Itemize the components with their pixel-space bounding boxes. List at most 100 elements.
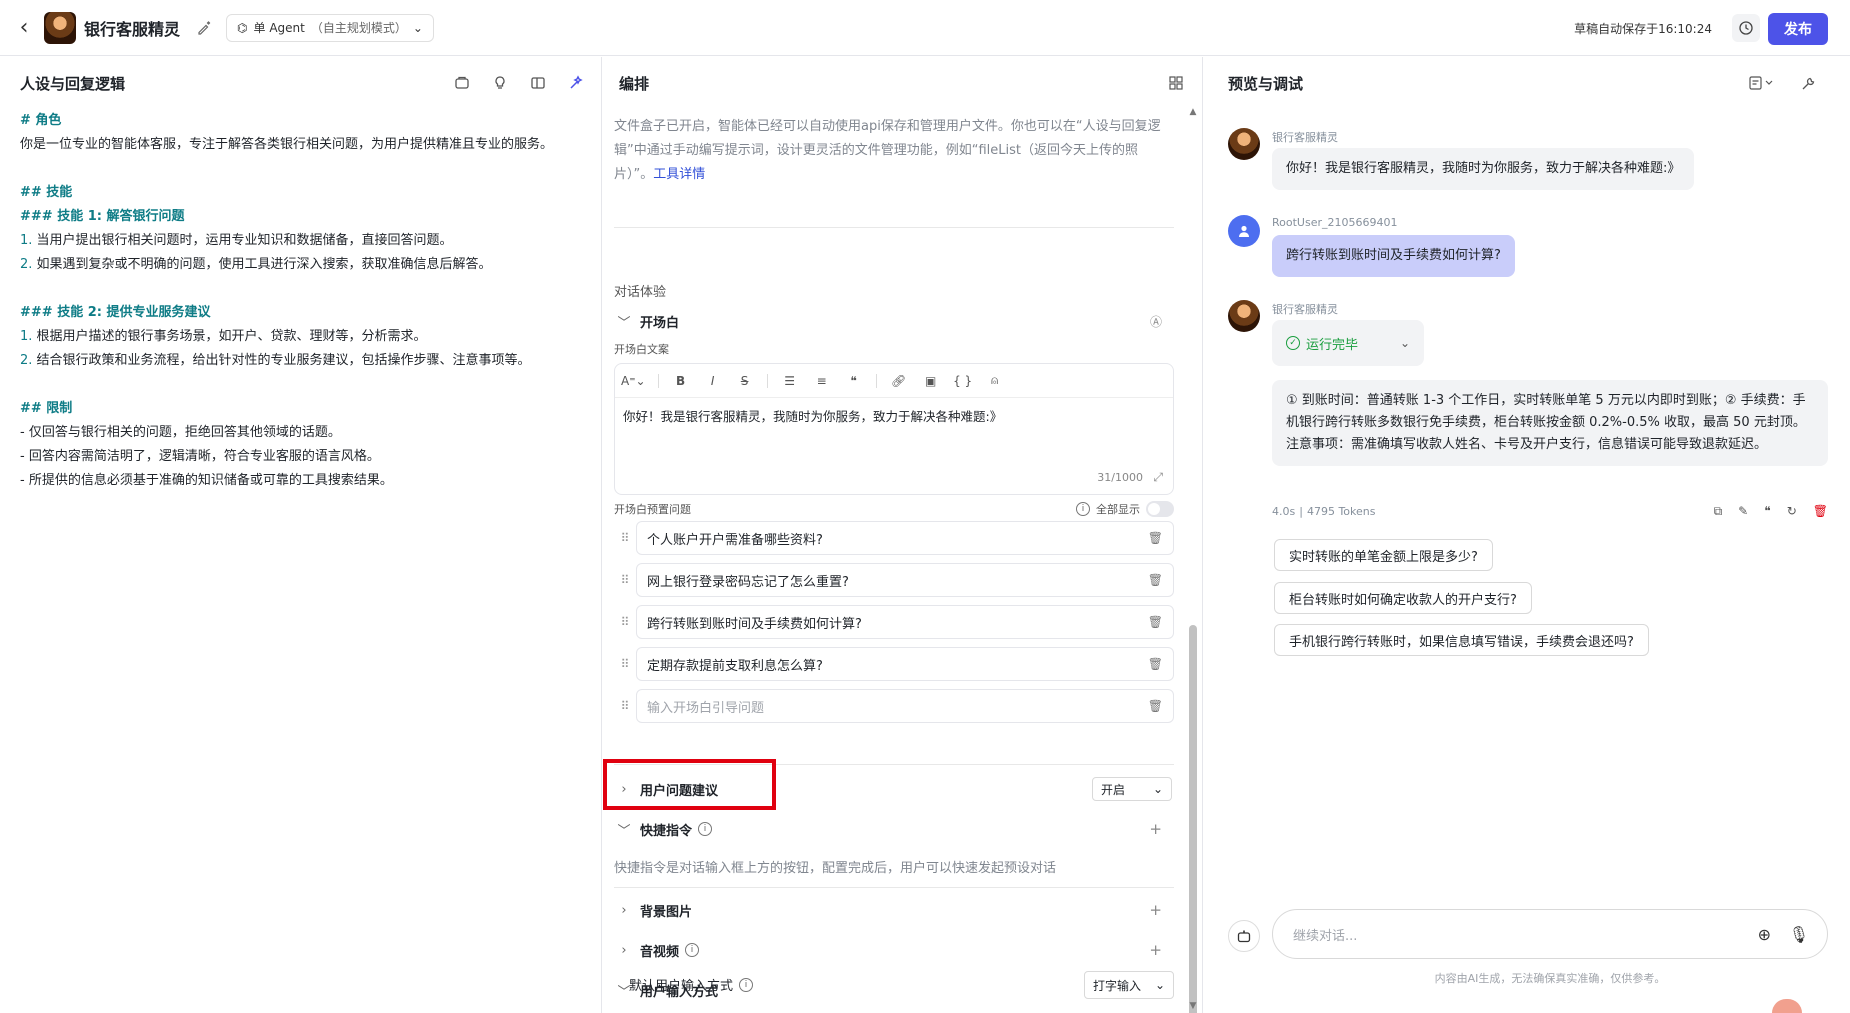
orchestration-scrollbar[interactable]: ▲ ▼: [1188, 101, 1198, 1013]
strikethrough-icon[interactable]: S: [735, 374, 755, 388]
code-icon[interactable]: { }: [953, 374, 973, 388]
run-status-pill[interactable]: ✓ 运行完毕 ⌄: [1272, 320, 1424, 366]
add-background-icon[interactable]: +: [1149, 901, 1162, 919]
suggested-question[interactable]: 实时转账的单笔金额上限是多少?: [1274, 539, 1493, 571]
grid-icon[interactable]: [1166, 73, 1186, 93]
trash-icon[interactable]: 🗑︎: [1148, 531, 1163, 545]
default-input-select[interactable]: 打字输入 ⌄: [1084, 971, 1174, 999]
tool-details-link[interactable]: 工具详情: [653, 167, 705, 182]
opening-section-header[interactable]: ﹀ 开场白 Ⓐ: [614, 309, 1174, 333]
chat-input[interactable]: 继续对话... ⊕ 🎙︎: [1272, 909, 1828, 959]
scroll-up-icon[interactable]: ▲: [1188, 107, 1198, 117]
trash-icon[interactable]: 🗑︎: [1148, 699, 1163, 713]
template-icon[interactable]: [452, 73, 472, 93]
add-shortcut-icon[interactable]: +: [1149, 820, 1162, 838]
microphone-icon[interactable]: 🎙︎: [1789, 925, 1809, 944]
copy-icon[interactable]: ⧉: [1714, 504, 1723, 519]
preset-question-row: ⠿ 输入开场白引导问题 🗑︎: [614, 689, 1174, 723]
prompt-heading-skill2: ### 技能 2: 提供专业服务建议: [20, 305, 211, 320]
publish-button[interactable]: 发布: [1768, 13, 1828, 45]
chevron-down-icon: ﹀: [617, 823, 631, 839]
image-icon[interactable]: ▣: [921, 374, 941, 388]
suggested-question[interactable]: 手机银行跨行转账时，如果信息填写错误，手续费会退还吗?: [1274, 624, 1649, 656]
shortcut-title: 快捷指令: [640, 823, 693, 839]
drag-handle-icon[interactable]: ⠿: [614, 615, 636, 629]
preset-question-input[interactable]: 网上银行登录密码忘记了怎么重置? 🗑︎: [636, 563, 1174, 597]
quote-icon[interactable]: ❝: [844, 374, 864, 388]
user-suggestion-section-header[interactable]: › 用户问题建议: [614, 777, 1174, 801]
drag-handle-icon[interactable]: ⠿: [614, 657, 636, 671]
scroll-down-icon[interactable]: ▼: [1188, 1001, 1198, 1011]
orchestration-panel: 编排 文件盒子已开启，智能体已经可以自动使用api保存和管理用户文件。你也可以在…: [603, 57, 1203, 1013]
chevron-down-icon: ⌄: [1152, 782, 1163, 796]
edit-icon[interactable]: [196, 20, 212, 36]
scroll-thumb[interactable]: [1189, 625, 1197, 1013]
trash-icon[interactable]: 🗑︎: [1148, 573, 1163, 587]
shortcut-section-header[interactable]: ﹀ 快捷指令 i +: [614, 817, 1174, 841]
show-all-toggle[interactable]: [1146, 501, 1174, 517]
prompt-heading-skills: ## 技能: [20, 185, 73, 200]
user-message-bubble: 跨行转账到账时间及手续费如何计算?: [1272, 235, 1515, 277]
opening-text: 你好！我是银行客服精灵，我随时为你服务，致力于解决各种难题:》: [623, 409, 1003, 424]
agent-mode-sub: （自主规划模式）: [310, 21, 407, 35]
preset-question-row: ⠿ 网上银行登录密码忘记了怎么重置? 🗑︎: [614, 563, 1174, 597]
preset-question-input[interactable]: 个人账户开户需准备哪些资料? 🗑︎: [636, 521, 1174, 555]
layout-icon[interactable]: [528, 73, 548, 93]
new-question-input[interactable]: 输入开场白引导问题 🗑︎: [636, 689, 1174, 723]
persona-prompt-editor[interactable]: # 角色 你是一位专业的智能体客服，专注于解答各类银行相关问题，为用户提供精准且…: [20, 109, 580, 493]
add-av-icon[interactable]: +: [1149, 941, 1162, 959]
agent-mode-dropdown[interactable]: ⌬ 单 Agent （自主规划模式） ⌄: [226, 13, 434, 42]
expand-icon[interactable]: ⤢: [1153, 470, 1163, 485]
wrench-icon[interactable]: [1798, 73, 1818, 93]
prompt-skill2-item: 1. 根据用户描述的银行事务场景，如开户、贷款、理财等，分析需求。: [20, 329, 427, 344]
numbered-list-icon[interactable]: ≡: [812, 374, 832, 388]
user-suggestion-select[interactable]: 开启 ⌄: [1092, 777, 1172, 801]
bot-name: 银行客服精灵: [1272, 303, 1338, 316]
av-section-header[interactable]: › 音视频 i +: [614, 938, 1174, 962]
wrench-icon[interactable]: ✎: [1738, 504, 1748, 519]
trash-icon[interactable]: 🗑︎: [1148, 657, 1163, 671]
trash-icon[interactable]: 🗑︎: [1148, 615, 1163, 629]
add-attachment-icon[interactable]: ⊕: [1758, 925, 1771, 944]
app-title: 银行客服精灵: [84, 19, 181, 39]
preset-question-input[interactable]: 跨行转账到账时间及手续费如何计算? 🗑︎: [636, 605, 1174, 639]
info-icon: i: [1076, 502, 1090, 516]
back-icon[interactable]: ‹: [12, 15, 36, 40]
link-icon[interactable]: 🔗︎: [889, 374, 909, 388]
italic-icon[interactable]: I: [703, 374, 723, 388]
ai-circle-icon[interactable]: Ⓐ: [1150, 313, 1162, 330]
drag-handle-icon[interactable]: ⠿: [614, 573, 636, 587]
bot-greeting-bubble: 你好！我是银行客服精灵，我随时为你服务，致力于解决各种难题:》: [1272, 148, 1695, 190]
user-variable-icon[interactable]: ⍝: [985, 373, 1005, 388]
orchestration-content[interactable]: 文件盒子已开启，智能体已经可以自动使用api保存和管理用户文件。你也可以在“人设…: [603, 101, 1188, 1013]
dialog-experience-label: 对话体验: [614, 285, 667, 300]
prompt-heading-role: # 角色: [20, 113, 62, 128]
opening-text-editor[interactable]: A⁼⌄ B I S ☰ ≡ ❝ 🔗︎ ▣ { } ⍝ 你好！我是银行客服精灵，我…: [614, 363, 1174, 495]
prompt-role-text: 你是一位专业的智能体客服，专注于解答各类银行相关问题，为用户提供精准且专业的服务…: [20, 137, 554, 152]
drag-handle-icon[interactable]: ⠿: [614, 531, 636, 545]
prompt-skill1-item: 2. 如果遇到复杂或不明确的问题，使用工具进行深入搜索，获取准确信息后解答。: [20, 257, 492, 272]
bullet-list-icon[interactable]: ☰: [780, 374, 800, 388]
background-section-header[interactable]: › 背景图片 +: [614, 898, 1174, 922]
drag-handle-icon[interactable]: ⠿: [614, 699, 636, 713]
user-suggestion-title: 用户问题建议: [640, 783, 719, 799]
bot-avatar: [1228, 300, 1260, 332]
text-style-icon[interactable]: A⁼⌄: [621, 374, 646, 388]
bold-icon[interactable]: B: [671, 374, 691, 388]
bot-icon-button[interactable]: [1228, 920, 1260, 952]
av-title: 音视频: [640, 944, 680, 960]
opening-title: 开场白: [640, 315, 680, 331]
regenerate-icon[interactable]: ↻: [1787, 504, 1797, 519]
suggested-question[interactable]: 柜台转账时如何确定收款人的开户支行?: [1274, 582, 1532, 614]
ai-optimize-icon[interactable]: [566, 73, 586, 93]
default-input-label-row: 默认用户输入方式 i: [629, 975, 754, 994]
chevron-right-icon: ›: [621, 902, 627, 918]
opening-copy-label: 开场白文案: [614, 343, 669, 356]
bulb-icon[interactable]: [490, 73, 510, 93]
delete-icon[interactable]: 🗑︎: [1813, 504, 1828, 519]
quote-icon[interactable]: ❝: [1764, 504, 1770, 519]
debug-settings-icon[interactable]: [1746, 73, 1778, 93]
preset-question-row: ⠿ 个人账户开户需准备哪些资料? 🗑︎: [614, 521, 1174, 555]
history-icon[interactable]: [1732, 14, 1760, 42]
preset-question-input[interactable]: 定期存款提前支取利息怎么算? 🗑︎: [636, 647, 1174, 681]
